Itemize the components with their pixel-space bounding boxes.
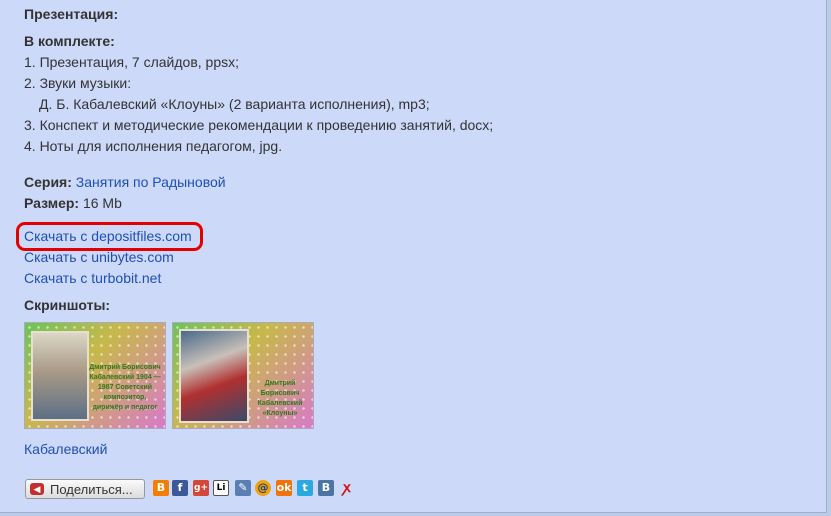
portrait-photo (31, 331, 89, 421)
series-row: Серия: Занятия по Радыновой (24, 174, 226, 190)
size-value: 16 Mb (82, 195, 122, 211)
thumb2-caption: Дмитрий Борисович Кабалевский «Клоуны» (257, 380, 303, 417)
download-turbobit-link[interactable]: Скачать с turbobit.net (24, 270, 161, 286)
twitter-icon[interactable]: t (297, 480, 313, 496)
blogger-icon[interactable]: B (153, 480, 169, 496)
size-row: Размер: 16 Mb (24, 195, 122, 211)
screenshots-heading: Скриншоты: (24, 297, 111, 313)
tag-link-kabalevsky[interactable]: Кабалевский (24, 441, 107, 457)
series-link[interactable]: Занятия по Радыновой (76, 174, 226, 190)
livejournal-pen-icon[interactable]: ✎ (235, 480, 251, 496)
presentation-heading: Презентация: (24, 6, 119, 22)
screenshot-thumbnail-1[interactable]: Дмитрий Борисович Кабалевский 1904 — 198… (24, 322, 166, 429)
odnoklassniki-icon[interactable]: ok (276, 480, 292, 496)
share-icon: ◀ (30, 483, 44, 495)
kit-item-2-detail: Д. Б. Кабалевский «Клоуны» (2 варианта и… (39, 96, 430, 112)
kit-item-1: 1. Презентация, 7 слайдов, ppsx; (24, 54, 239, 70)
download-unibytes-link[interactable]: Скачать с unibytes.com (24, 249, 174, 265)
series-label: Серия: (24, 174, 72, 190)
google-plus-icon[interactable]: g+ (193, 480, 209, 496)
kit-item-2: 2. Звуки музыки: (24, 75, 132, 91)
size-label: Размер: (24, 195, 80, 211)
vkontakte-icon[interactable]: B (318, 480, 334, 496)
livejournal-icon[interactable]: Li (213, 480, 229, 496)
mail-ru-icon[interactable]: @ (255, 480, 271, 496)
share-button-label: Поделиться... (50, 481, 133, 497)
thumb1-caption: Дмитрий Борисович Кабалевский 1904 — 198… (89, 364, 161, 411)
kit-item-3: 3. Конспект и методические рекомендации … (24, 117, 494, 133)
clowns-painting (179, 329, 249, 423)
kit-heading: В комплекте: (24, 33, 115, 49)
yaru-icon[interactable]: ꭗ (339, 480, 355, 496)
screenshot-thumbnail-2[interactable]: Дмитрий Борисович Кабалевский «Клоуны» (172, 322, 314, 429)
kit-item-4: 4. Ноты для исполнения педагогом, jpg. (24, 138, 283, 154)
facebook-icon[interactable]: f (172, 480, 188, 496)
download-depositfiles-link[interactable]: Скачать с depositfiles.com (24, 228, 192, 244)
share-button[interactable]: ◀ Поделиться... (25, 479, 145, 499)
